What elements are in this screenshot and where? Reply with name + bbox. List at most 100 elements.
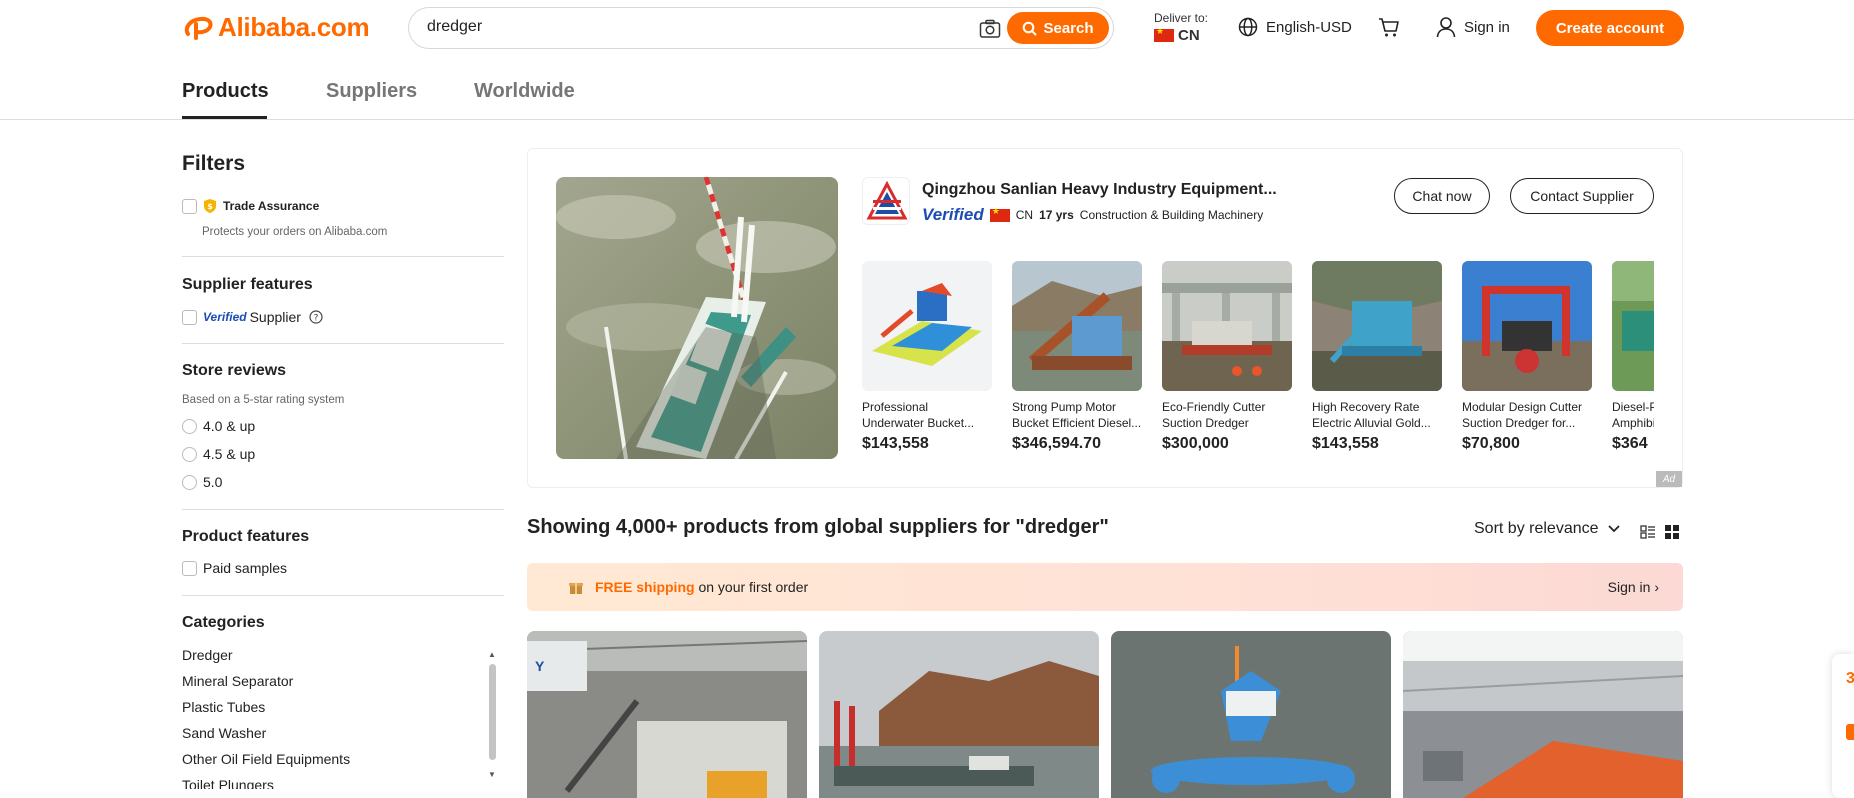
- product-card[interactable]: [819, 631, 1099, 798]
- floating-side-panel[interactable]: 3: [1832, 654, 1854, 798]
- results-count-title: Showing 4,000+ products from global supp…: [527, 516, 1109, 538]
- product-card[interactable]: Y: [527, 631, 807, 798]
- supplier-main-image[interactable]: [556, 177, 838, 459]
- filters-title: Filters: [182, 152, 246, 175]
- ad-product-price: $143,558: [862, 435, 929, 452]
- rating-radio[interactable]: [182, 474, 197, 490]
- deliver-to[interactable]: Deliver to: CN: [1154, 11, 1208, 44]
- category-item[interactable]: Toilet Plungers: [182, 777, 274, 789]
- ad-product-image: [862, 261, 992, 391]
- ad-product-title: Eco-Friendly Cutter Suction Dredger Dies…: [1162, 400, 1266, 430]
- supplier-category: Construction & Building Machinery: [1079, 208, 1264, 222]
- user-icon: [1436, 17, 1456, 38]
- globe-icon: [1238, 17, 1258, 37]
- list-view-icon[interactable]: [1640, 524, 1656, 540]
- trade-assurance-label: Trade Assurance: [223, 199, 320, 213]
- svg-text:?: ?: [314, 314, 319, 324]
- trade-assurance-shield-icon: $: [204, 199, 216, 213]
- camera-icon[interactable]: [979, 19, 1001, 39]
- rating-option[interactable]: 5.0: [182, 474, 222, 490]
- trade-assurance-filter[interactable]: $ Trade Assurance: [182, 198, 319, 214]
- sort-dropdown[interactable]: Sort by relevance: [1474, 520, 1621, 538]
- supplier-logo[interactable]: [862, 177, 910, 225]
- search-button[interactable]: Search: [1007, 12, 1109, 44]
- supplier-meta: Verified CN 17 yrs Construction & Buildi…: [922, 205, 1263, 225]
- tab-worldwide[interactable]: Worldwide: [474, 80, 575, 103]
- rating-label: 5.0: [203, 474, 223, 490]
- free-shipping-banner[interactable]: FREE shipping on your first order Sign i…: [527, 563, 1683, 611]
- divider: [182, 343, 504, 344]
- floating-panel-icon[interactable]: [1846, 724, 1854, 740]
- verified-supplier-filter[interactable]: Verified Supplier ?: [182, 309, 323, 325]
- create-account-button[interactable]: Create account: [1536, 10, 1684, 46]
- divider: [182, 509, 504, 510]
- ad-product-card[interactable]: Eco-Friendly Cutter Suction Dredger Dies…: [1162, 261, 1292, 453]
- sponsored-supplier-card: Qingzhou Sanlian Heavy Industry Equipmen…: [527, 148, 1683, 488]
- chat-now-button[interactable]: Chat now: [1394, 178, 1490, 214]
- product-image: [1111, 631, 1391, 798]
- scroll-up-arrow-icon[interactable]: ▲: [487, 650, 497, 659]
- search-input[interactable]: [427, 18, 927, 36]
- banner-highlight: FREE shipping: [595, 579, 695, 595]
- ad-product-card[interactable]: Diesel-Powered Amphibious... $364: [1612, 261, 1654, 453]
- banner-sign-in-link[interactable]: Sign in ›: [1608, 579, 1659, 595]
- ad-product-card[interactable]: Modular Design Cutter Suction Dredger fo…: [1462, 261, 1592, 453]
- supplier-years: 17 yrs: [1039, 208, 1074, 222]
- scroll-thumb[interactable]: [489, 664, 496, 760]
- product-image: Y: [527, 631, 807, 798]
- category-item[interactable]: Plastic Tubes: [182, 699, 265, 715]
- category-item[interactable]: Mineral Separator: [182, 673, 293, 689]
- supplier-features-title: Supplier features: [182, 276, 313, 293]
- ad-product-card[interactable]: Strong Pump Motor Bucket Efficient Diese…: [1012, 261, 1142, 453]
- cart-icon[interactable]: [1378, 16, 1400, 38]
- banner-message: on your first order: [694, 579, 809, 595]
- scroll-down-arrow-icon[interactable]: ▼: [487, 770, 497, 779]
- categories-scrollbar[interactable]: ▲ ▼: [487, 650, 497, 780]
- divider: [182, 256, 504, 257]
- alibaba-logo-icon: [184, 16, 213, 40]
- deliver-country: CN: [1178, 27, 1200, 44]
- ad-product-price: $300,000: [1162, 435, 1229, 452]
- alibaba-logo[interactable]: Alibaba.com: [182, 12, 370, 43]
- paid-samples-filter[interactable]: Paid samples: [182, 560, 287, 576]
- ad-product-title: Strong Pump Motor Bucket Efficient Diese…: [1012, 400, 1142, 430]
- supplier-name[interactable]: Qingzhou Sanlian Heavy Industry Equipmen…: [922, 181, 1277, 199]
- product-image: [1403, 631, 1683, 798]
- contact-supplier-button[interactable]: Contact Supplier: [1510, 178, 1654, 214]
- trade-assurance-checkbox[interactable]: [182, 198, 197, 214]
- category-item[interactable]: Dredger: [182, 647, 233, 663]
- svg-text:Y: Y: [535, 658, 545, 674]
- tab-products[interactable]: Products: [182, 80, 269, 103]
- ad-product-image: [1162, 261, 1292, 391]
- dredger-aerial-image: [556, 177, 838, 459]
- paid-samples-checkbox[interactable]: [182, 560, 197, 576]
- product-card[interactable]: [1403, 631, 1683, 798]
- ad-product-price: $346,594.70: [1012, 435, 1101, 452]
- active-tab-underline: [182, 116, 267, 119]
- supplier-country: CN: [1015, 208, 1034, 222]
- rating-option[interactable]: 4.0 & up: [182, 418, 255, 434]
- china-flag-icon: [989, 206, 1010, 222]
- language-selector[interactable]: English-USD: [1238, 17, 1352, 37]
- category-item[interactable]: Sand Washer: [182, 725, 266, 741]
- rating-radio[interactable]: [182, 446, 197, 462]
- verified-label: Verified: [203, 310, 247, 324]
- verified-supplier-checkbox[interactable]: [182, 309, 197, 325]
- floating-panel-icon[interactable]: 3: [1846, 670, 1854, 688]
- top-header: Alibaba.com Search Deliver to: CN: [0, 0, 1854, 58]
- store-reviews-sub: Based on a 5-star rating system: [182, 394, 345, 406]
- sign-in-link[interactable]: Sign in: [1436, 16, 1510, 38]
- ad-product-image: [1612, 261, 1654, 391]
- ad-product-card[interactable]: High Recovery Rate Electric Alluvial Gol…: [1312, 261, 1442, 453]
- tab-suppliers[interactable]: Suppliers: [326, 80, 417, 103]
- ad-product-image: [1312, 261, 1442, 391]
- filters-sidebar: Filters $ Trade Assurance Protects your …: [182, 120, 504, 798]
- help-icon[interactable]: ?: [309, 310, 323, 324]
- product-card[interactable]: [1111, 631, 1391, 798]
- category-item[interactable]: Other Oil Field Equipments: [182, 751, 350, 767]
- rating-radio[interactable]: [182, 418, 197, 434]
- grid-view-icon[interactable]: [1664, 524, 1680, 540]
- banner-text: FREE shipping on your first order: [595, 579, 808, 595]
- ad-product-card[interactable]: Professional Underwater Bucket... $143,5…: [862, 261, 992, 453]
- rating-option[interactable]: 4.5 & up: [182, 446, 255, 462]
